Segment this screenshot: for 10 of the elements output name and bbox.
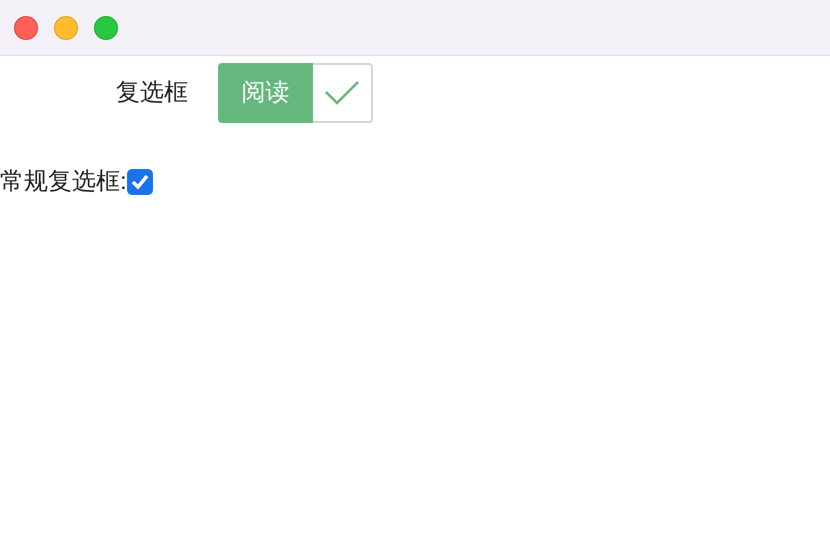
check-icon <box>130 174 149 190</box>
checkbox-label: 常规复选框: <box>0 167 127 197</box>
checkbox[interactable] <box>313 63 373 123</box>
checkbox[interactable] <box>126 169 153 195</box>
read-button[interactable]: 阅读 <box>218 63 313 123</box>
close-button[interactable] <box>14 16 38 40</box>
checkbox-label: 复选框 <box>115 78 188 108</box>
maximize-button[interactable] <box>94 16 118 40</box>
check-icon <box>324 80 360 106</box>
minimize-button[interactable] <box>54 16 78 40</box>
